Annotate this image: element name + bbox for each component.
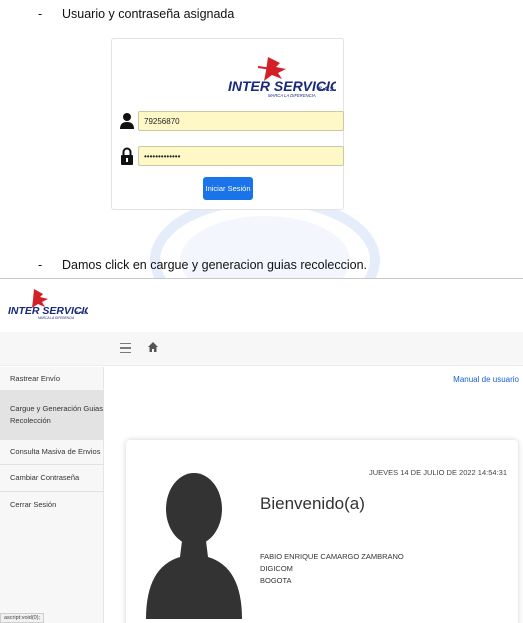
app-screenshot: INTER SERVICIOS S.A.S MARCA LA DIFERENCI… <box>0 279 523 623</box>
bullet-credentials: - Usuario y contraseña asignada <box>38 7 235 21</box>
welcome-card: JUEVES 14 DE JULIO DE 2022 14:54:31 Bien… <box>126 440 518 623</box>
inter-servicios-logo: INTER SERVICIOS S.A.S MARCA LA DIFERENCI… <box>228 57 336 98</box>
status-tooltip: ascript:void(0); <box>0 613 45 623</box>
app-logo: INTER SERVICIOS S.A.S MARCA LA DIFERENCI… <box>8 289 88 320</box>
sidebar-item-cargue-generacion[interactable]: Cargue y Generación Guias Recolección <box>0 391 104 440</box>
logo-suffix: S.A.S <box>318 87 334 93</box>
user-city: BOGOTA <box>260 576 292 585</box>
home-icon[interactable] <box>147 341 159 353</box>
login-button[interactable]: Iniciar Sesión <box>203 177 253 200</box>
password-input[interactable] <box>138 146 344 166</box>
current-date: JUEVES 14 DE JULIO DE 2022 14:54:31 <box>369 468 507 477</box>
username-field <box>120 111 344 131</box>
app-logo-suffix: S.A.S <box>75 310 87 315</box>
app-logo-tagline: MARCA LA DIFERENCIA <box>38 316 74 320</box>
password-field <box>120 146 344 166</box>
sidebar-item-cerrar-sesion[interactable]: Cerrar Sesión <box>0 492 104 518</box>
sidebar-item-rastrear-envio[interactable]: Rastrear Envío <box>0 367 104 391</box>
sidebar-item-cambiar-contrasena[interactable]: Cambiar Contraseña <box>0 465 104 492</box>
welcome-heading: Bienvenido(a) <box>260 494 365 513</box>
avatar <box>146 473 242 619</box>
user-icon <box>120 113 134 129</box>
lock-icon <box>121 147 133 165</box>
user-name: FABIO ENRIQUE CAMARGO ZAMBRANO <box>260 552 404 561</box>
logo-tagline: MARCA LA DIFERENCIA <box>268 93 316 98</box>
user-company: DIGICOM <box>260 564 293 573</box>
hamburger-icon[interactable] <box>120 343 131 355</box>
login-card: INTER SERVICIOS S.A.S MARCA LA DIFERENCI… <box>111 38 344 210</box>
sidebar-item-consulta-masiva[interactable]: Consulta Masiva de Envios <box>0 440 104 465</box>
sidebar: Rastrear Envío Cargue y Generación Guias… <box>0 367 104 623</box>
top-bar <box>0 332 523 366</box>
main-content: Manual de usuario JUEVES 14 DE JULIO DE … <box>105 367 523 623</box>
manual-link[interactable]: Manual de usuario <box>453 375 519 384</box>
username-input[interactable] <box>138 111 344 131</box>
bullet-instruction: - Damos click en cargue y generacion guia… <box>38 258 368 272</box>
